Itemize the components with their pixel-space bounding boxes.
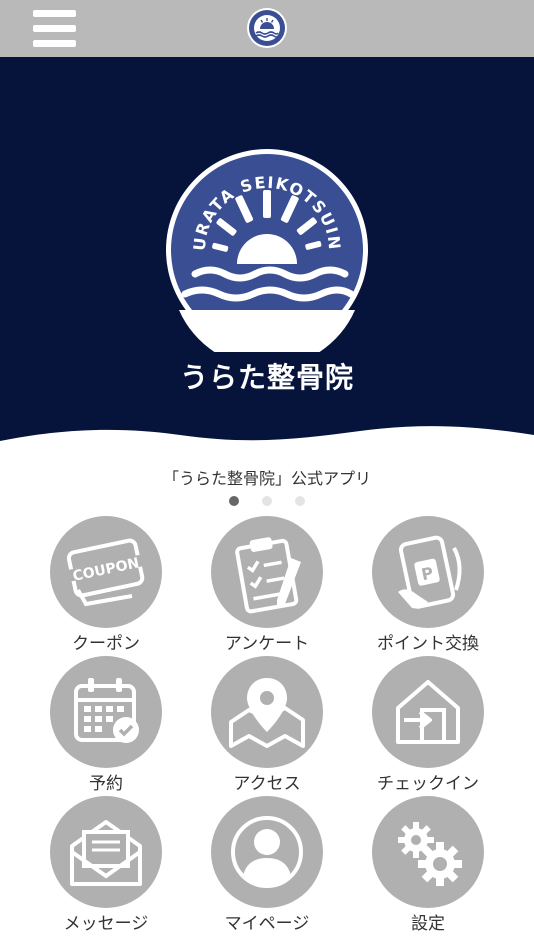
carousel-dot-3[interactable] <box>295 496 305 506</box>
hero-banner: URATA SEIKOTSUIN since 2021 うらた整骨院 <box>0 57 534 452</box>
carousel-dot-1[interactable] <box>229 496 239 506</box>
menu-coupon[interactable]: COUPON クーポン <box>26 516 186 656</box>
svg-text:COUPON: COUPON <box>71 555 140 585</box>
since-text: since 2021 <box>212 330 322 352</box>
menu-reservation[interactable]: 予約 <box>26 656 186 796</box>
carousel-caption: 「うらた整骨院」公式アプリ <box>162 469 371 488</box>
coupon-icon: COUPON <box>66 538 145 607</box>
urata-seikotsuin-logo: URATA SEIKOTSUIN <box>166 149 368 352</box>
menu-my-page[interactable]: マイページ <box>187 796 347 936</box>
menu-label-access: アクセス <box>233 774 301 794</box>
menu-label-point-exchange: ポイント交換 <box>377 634 479 654</box>
user-profile-icon <box>231 816 303 888</box>
hamburger-menu-icon[interactable] <box>33 10 76 48</box>
menu-label-settings: 設定 <box>411 914 445 934</box>
menu-label-survey: アンケート <box>224 634 310 654</box>
menu-label-check-in: チェックイン <box>377 774 479 794</box>
menu-label-coupon: クーポン <box>72 634 140 654</box>
menu-settings[interactable]: 設定 <box>348 796 508 936</box>
top-bar <box>0 0 534 57</box>
menu-label-reservation: 予約 <box>89 774 123 794</box>
carousel-dots <box>0 496 534 506</box>
settings-gears-icon <box>398 822 462 886</box>
clinic-name: うらた整骨院 <box>179 361 354 394</box>
menu-check-in[interactable]: チェックイン <box>348 656 508 796</box>
point-exchange-icon: P <box>398 535 462 609</box>
survey-clipboard-icon <box>235 537 301 614</box>
clinic-logo-icon[interactable] <box>246 7 288 49</box>
menu-message[interactable]: メッセージ <box>26 796 186 936</box>
menu-label-message: メッセージ <box>63 914 149 934</box>
carousel-dot-2[interactable] <box>262 496 272 506</box>
message-envelope-icon <box>70 820 142 886</box>
menu-survey[interactable]: アンケート <box>187 516 347 656</box>
map-pin-icon <box>229 678 305 748</box>
menu-label-my-page: マイページ <box>224 914 310 934</box>
menu-point-exchange[interactable]: P ポイント交換 <box>348 516 508 656</box>
menu-access[interactable]: アクセス <box>187 656 347 796</box>
check-in-house-icon <box>396 680 460 744</box>
calendar-reservation-icon <box>74 678 139 743</box>
